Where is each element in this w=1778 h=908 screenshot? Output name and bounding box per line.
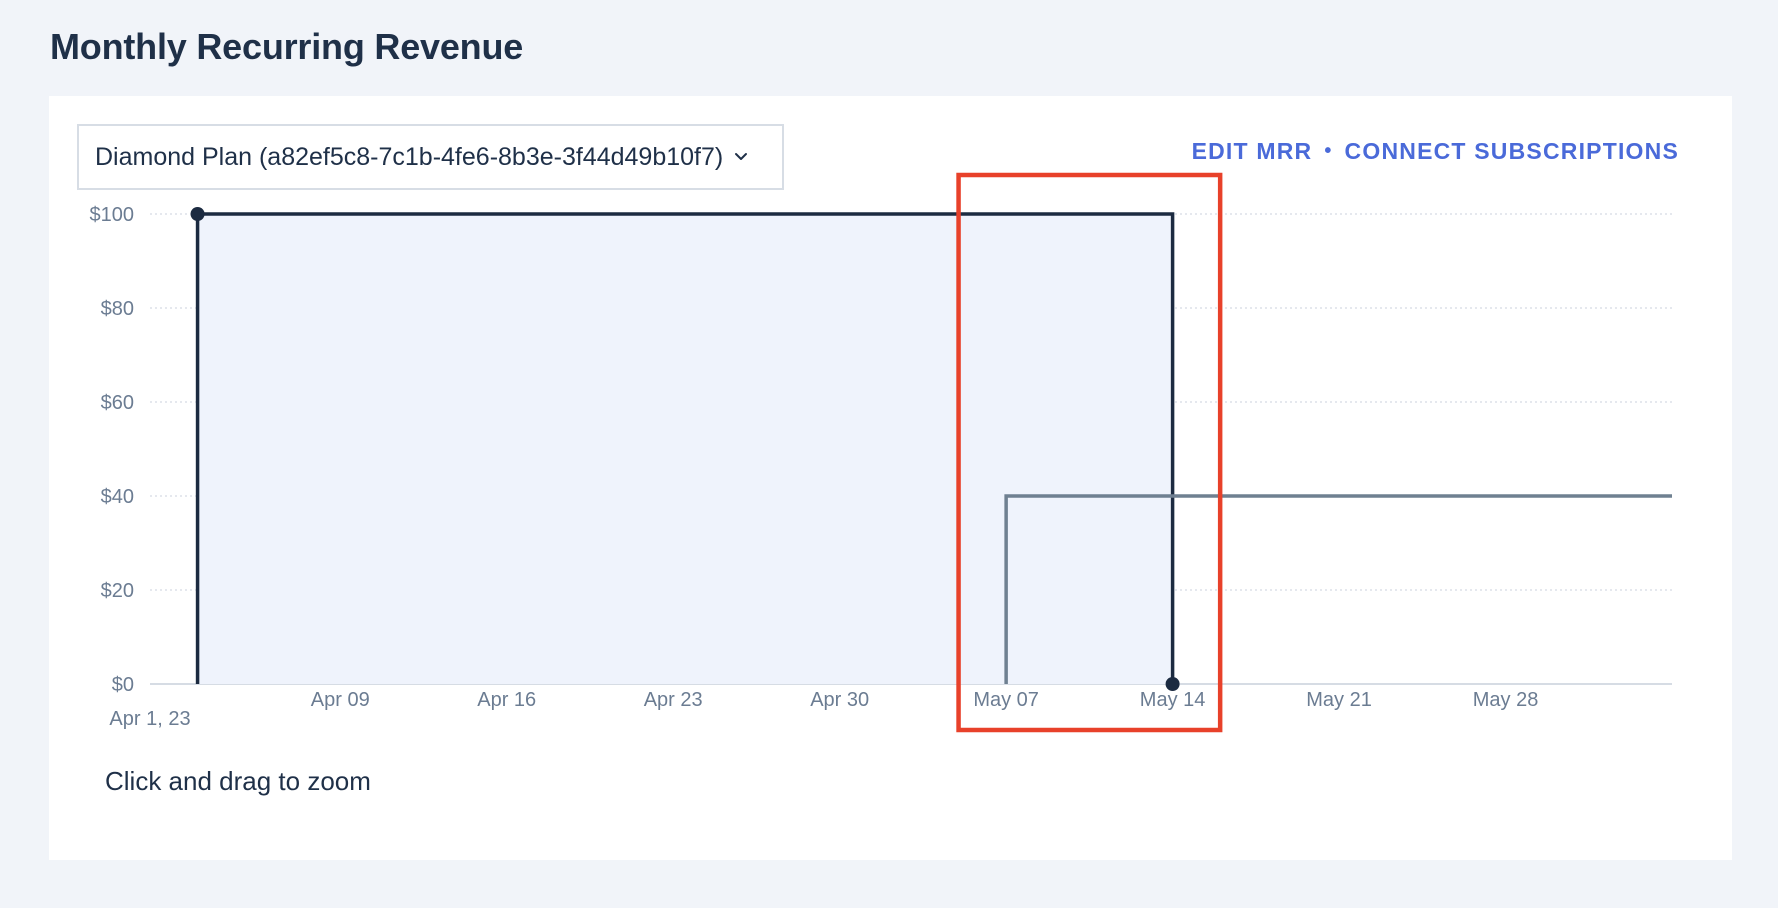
x-tick-label: Apr 1, 23 bbox=[109, 708, 190, 730]
y-tick-label: $60 bbox=[101, 392, 134, 414]
x-tick-label: May 14 bbox=[1140, 689, 1206, 711]
zoom-hint: Click and drag to zoom bbox=[105, 766, 371, 796]
x-tick-label: Apr 30 bbox=[810, 689, 869, 711]
y-tick-label: $0 bbox=[112, 674, 134, 696]
y-tick-label: $40 bbox=[101, 486, 134, 508]
data-point-marker[interactable] bbox=[1165, 677, 1180, 691]
x-tick-label: May 07 bbox=[973, 689, 1039, 711]
data-point-marker[interactable] bbox=[190, 207, 205, 221]
x-tick-label: Apr 16 bbox=[477, 689, 536, 711]
x-tick-label: May 21 bbox=[1306, 689, 1372, 711]
y-tick-label: $100 bbox=[90, 204, 135, 226]
mrr-area-fill bbox=[197, 214, 1173, 684]
y-tick-label: $20 bbox=[101, 580, 134, 602]
x-tick-label: Apr 23 bbox=[644, 689, 703, 711]
x-tick-label: May 28 bbox=[1473, 689, 1539, 711]
y-tick-label: $80 bbox=[101, 298, 134, 320]
x-tick-label: Apr 09 bbox=[311, 689, 370, 711]
